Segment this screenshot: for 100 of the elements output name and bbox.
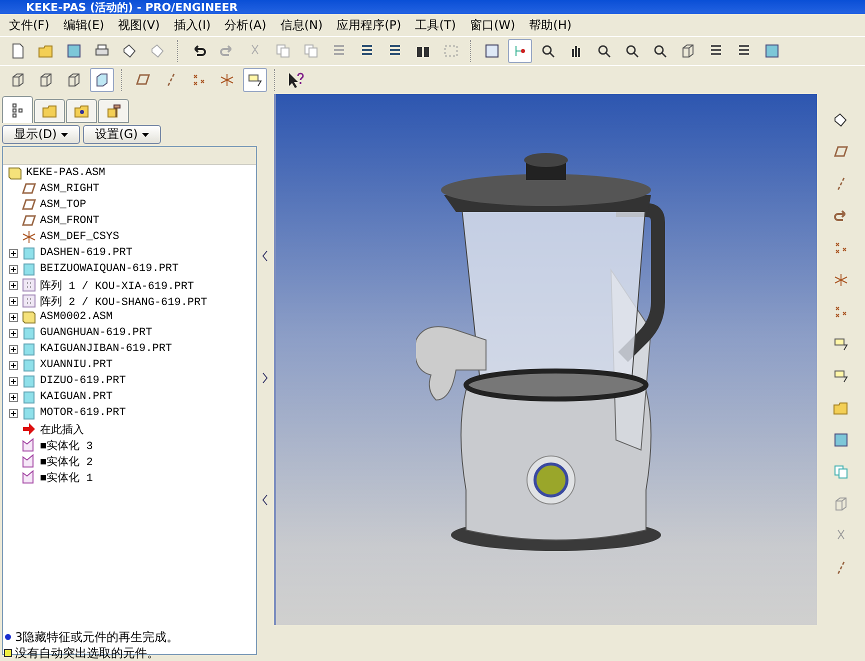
tree-item[interactable]: ASM0002.ASM bbox=[3, 309, 256, 325]
expand-icon[interactable] bbox=[9, 360, 18, 370]
tree-item[interactable]: BEIZUOWAIQUAN-619.PRT bbox=[3, 261, 256, 277]
selection-box-icon bbox=[443, 43, 459, 59]
tree-item[interactable]: 在此插入 bbox=[3, 421, 256, 437]
caret-icon bbox=[142, 132, 149, 136]
part-icon bbox=[21, 357, 37, 373]
tree-item[interactable]: GUANGHUAN-619.PRT bbox=[3, 325, 256, 341]
menu-item[interactable]: 插入(I) bbox=[166, 16, 218, 34]
plane-icon bbox=[135, 72, 151, 88]
panel-tab[interactable] bbox=[98, 99, 129, 123]
shaded-cube-icon bbox=[94, 72, 110, 88]
toolbar-button[interactable] bbox=[90, 68, 114, 92]
cube-icon bbox=[10, 72, 26, 88]
tree-item[interactable]: MOTOR-619.PRT bbox=[3, 405, 256, 421]
plane-icon bbox=[21, 181, 37, 197]
caret-icon bbox=[60, 132, 68, 136]
save-icon bbox=[833, 432, 850, 448]
tree-icon bbox=[10, 102, 26, 118]
points-icon bbox=[833, 240, 850, 256]
toolbar-button[interactable] bbox=[243, 68, 267, 92]
tree-label: ASM_DEF_CSYS bbox=[40, 231, 120, 243]
csys-icon bbox=[833, 272, 850, 288]
plane-icon bbox=[833, 144, 850, 160]
collapse-icon[interactable] bbox=[261, 250, 270, 262]
expand-icon[interactable] bbox=[9, 328, 18, 338]
tree-item[interactable]: 阵列 1 / KOU-XIA-619.PRT bbox=[3, 277, 256, 293]
pattern-icon bbox=[21, 293, 37, 309]
plane-icon bbox=[21, 213, 37, 229]
menu-item[interactable]: 信息(N) bbox=[273, 16, 330, 34]
tree-item[interactable]: ASM_TOP bbox=[3, 197, 256, 213]
tree-item[interactable]: ASM_DEF_CSYS bbox=[3, 229, 256, 245]
pattern-icon bbox=[21, 277, 37, 293]
tree-label: GUANGHUAN-619.PRT bbox=[40, 327, 152, 339]
expand-icon[interactable] bbox=[9, 280, 18, 290]
tree-item[interactable]: 阵列 2 / KOU-SHANG-619.PRT bbox=[3, 293, 256, 309]
part-icon bbox=[21, 325, 37, 341]
zoom-icon bbox=[540, 43, 556, 59]
tree-item[interactable]: ■实体化 2 bbox=[3, 453, 256, 469]
tree-label: KEKE-PAS.ASM bbox=[26, 167, 106, 179]
copy-icon bbox=[275, 43, 291, 59]
expand-icon[interactable] bbox=[9, 408, 18, 418]
tree-label: ■实体化 2 bbox=[40, 454, 93, 468]
tree-label: KAIGUANJIBAN-619.PRT bbox=[40, 343, 172, 355]
window-icon bbox=[484, 43, 500, 59]
expand-icon[interactable] bbox=[9, 248, 18, 258]
tree-item[interactable]: ■实体化 3 bbox=[3, 437, 256, 453]
tree-item[interactable]: DIZUO-619.PRT bbox=[3, 373, 256, 389]
tree-item[interactable]: ASM_RIGHT bbox=[3, 181, 256, 197]
expand-icon[interactable] bbox=[9, 312, 18, 322]
save-icon bbox=[764, 43, 780, 59]
tree-label: ■实体化 3 bbox=[40, 438, 93, 452]
tree-item[interactable]: ■实体化 1 bbox=[3, 469, 256, 485]
points-icon bbox=[833, 304, 850, 320]
menu-item[interactable]: 窗口(W) bbox=[462, 16, 522, 34]
menu-item[interactable]: 分析(A) bbox=[218, 16, 274, 34]
info-dot-icon bbox=[4, 633, 12, 641]
menu-item[interactable]: 工具(T) bbox=[408, 16, 463, 34]
menu-item[interactable]: 编辑(E) bbox=[56, 16, 112, 34]
tree-item[interactable]: KAIGUANJIBAN-619.PRT bbox=[3, 341, 256, 357]
part-icon bbox=[21, 389, 37, 405]
csys-icon bbox=[21, 229, 37, 245]
open-folder-icon bbox=[833, 400, 850, 416]
assembly-icon bbox=[21, 309, 37, 325]
expand-icon[interactable] bbox=[9, 264, 18, 274]
expand-icon[interactable] bbox=[9, 344, 18, 354]
tree-item[interactable]: XUANNIU.PRT bbox=[3, 357, 256, 373]
zoom-icon bbox=[624, 43, 640, 59]
menu-item[interactable]: 文件(F) bbox=[2, 16, 56, 34]
cube-icon bbox=[833, 496, 850, 512]
status-message: 3隐藏特征或元件的再生完成。 bbox=[15, 628, 179, 646]
tree-label: MOTOR-619.PRT bbox=[40, 407, 126, 419]
tree-item[interactable]: ASM_FRONT bbox=[3, 213, 256, 229]
expand-icon[interactable] bbox=[261, 372, 270, 384]
panel-tab[interactable] bbox=[2, 96, 33, 123]
tree-label: ASM_TOP bbox=[40, 199, 86, 211]
tree-label: DASHEN-619.PRT bbox=[40, 247, 132, 259]
tree-item[interactable]: DASHEN-619.PRT bbox=[3, 245, 256, 261]
part-icon bbox=[21, 341, 37, 357]
tree-item[interactable]: KAIGUAN.PRT bbox=[3, 389, 256, 405]
menu-item[interactable]: 应用程序(P) bbox=[330, 16, 408, 34]
tree-label: XUANNIU.PRT bbox=[40, 359, 113, 371]
save-icon bbox=[66, 43, 82, 59]
zoom-icon bbox=[596, 43, 612, 59]
part-icon bbox=[21, 405, 37, 421]
expand-icon[interactable] bbox=[9, 392, 18, 402]
menu-item[interactable]: 帮助(H) bbox=[522, 16, 579, 34]
collapse-icon[interactable] bbox=[261, 494, 270, 506]
dropdown-button[interactable]: 设置(G) bbox=[83, 125, 161, 144]
expand-icon[interactable] bbox=[9, 376, 18, 386]
tree-item[interactable]: KEKE-PAS.ASM bbox=[3, 165, 256, 181]
tree-label: ASM_RIGHT bbox=[40, 183, 100, 195]
cube-icon bbox=[680, 43, 696, 59]
graphics-viewport[interactable] bbox=[274, 94, 818, 625]
tree-label: ASM_FRONT bbox=[40, 215, 100, 227]
part-icon bbox=[21, 261, 37, 277]
menu-item[interactable]: 视图(V) bbox=[111, 16, 167, 34]
dropdown-button[interactable]: 显示(D) bbox=[2, 125, 80, 144]
csys-icon bbox=[219, 72, 235, 88]
expand-icon[interactable] bbox=[9, 296, 18, 306]
